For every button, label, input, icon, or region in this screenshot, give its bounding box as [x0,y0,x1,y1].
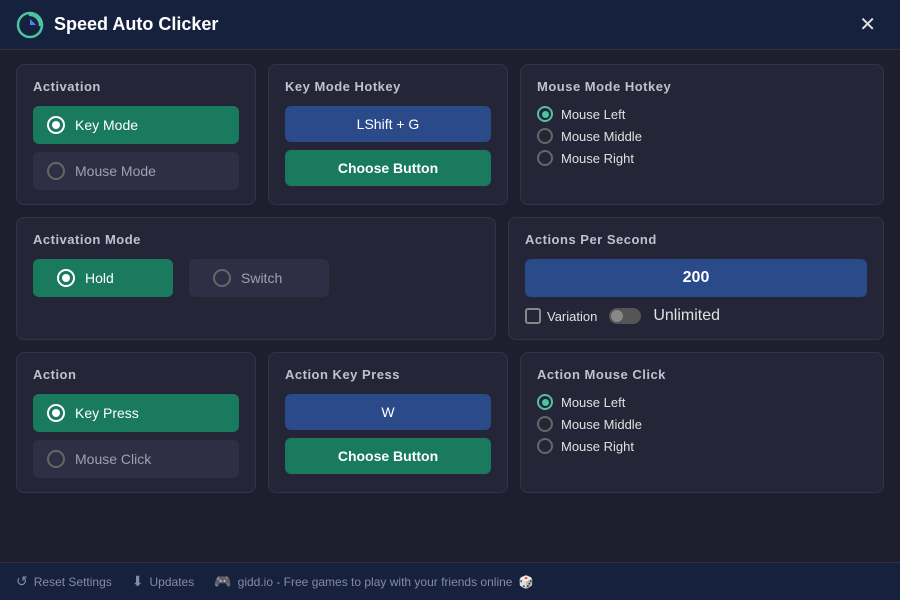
top-row: Activation Key Mode Mouse Mode Key Mode … [16,64,884,205]
action-key-press-title: Action Key Press [285,367,491,382]
mouse-mode-radio-circle [47,162,65,180]
mouse-left-hotkey-circle [537,106,553,122]
aps-options: Variation Unlimited [525,307,867,325]
aps-title: Actions Per Second [525,232,867,247]
action-key-choose-button[interactable]: Choose Button [285,438,491,474]
close-button[interactable]: ✕ [851,10,884,39]
variation-label: Variation [547,309,597,324]
action-radio-group: Key Press Mouse Click [33,394,239,478]
gidd-item[interactable]: 🎮 gidd.io - Free games to play with your… [214,573,533,590]
action-title: Action [33,367,239,382]
key-hotkey-title: Key Mode Hotkey [285,79,491,94]
action-mouse-right-item[interactable]: Mouse Right [537,438,867,454]
unlimited-toggle[interactable] [609,308,641,324]
gidd-icon: 🎮 [214,573,231,590]
reset-icon: ↺ [16,573,28,590]
title-bar-left: Speed Auto Clicker [16,11,218,39]
hotkey-display-button[interactable]: LShift + G [285,106,491,142]
action-key-press-section: Action Key Press W Choose Button [268,352,508,493]
action-key-display-button[interactable]: W [285,394,491,430]
mouse-mode-label: Mouse Mode [75,163,156,179]
key-mode-radio-circle [47,116,65,134]
action-mouse-click-section: Action Mouse Click Mouse Left Mouse Midd… [520,352,884,493]
hold-radio-circle [57,269,75,287]
activation-title: Activation [33,79,239,94]
mouse-right-hotkey-item[interactable]: Mouse Right [537,150,867,166]
action-mouse-middle-item[interactable]: Mouse Middle [537,416,867,432]
mouse-click-button[interactable]: Mouse Click [33,440,239,478]
mouse-hotkey-title: Mouse Mode Hotkey [537,79,867,94]
variation-checkbox[interactable] [525,308,541,324]
action-mouse-right-circle [537,438,553,454]
activation-radio-group: Key Mode Mouse Mode [33,106,239,190]
switch-radio-circle [213,269,231,287]
reset-settings-item[interactable]: ↺ Reset Settings [16,573,112,590]
unlimited-label: Unlimited [653,307,720,325]
action-mouse-middle-label: Mouse Middle [561,417,642,432]
activation-mode-section: Activation Mode Hold Switch [16,217,496,340]
mouse-middle-hotkey-item[interactable]: Mouse Middle [537,128,867,144]
app-title: Speed Auto Clicker [54,14,218,35]
action-mouse-left-circle [537,394,553,410]
mouse-middle-hotkey-circle [537,128,553,144]
footer: ↺ Reset Settings ⬇ Updates 🎮 gidd.io - F… [0,562,900,600]
mouse-left-hotkey-label: Mouse Left [561,107,625,122]
updates-item[interactable]: ⬇ Updates [132,573,194,590]
action-mouse-left-item[interactable]: Mouse Left [537,394,867,410]
key-press-radio-circle [47,404,65,422]
aps-section: Actions Per Second Variation Unlimited [508,217,884,340]
action-mouse-click-radio-group: Mouse Left Mouse Middle Mouse Right [537,394,867,454]
action-mouse-middle-circle [537,416,553,432]
key-mode-label: Key Mode [75,117,138,133]
mouse-mode-button[interactable]: Mouse Mode [33,152,239,190]
action-mouse-right-label: Mouse Right [561,439,634,454]
switch-button[interactable]: Switch [189,259,329,297]
activation-section: Activation Key Mode Mouse Mode [16,64,256,205]
mouse-hotkey-section: Mouse Mode Hotkey Mouse Left Mouse Middl… [520,64,884,205]
updates-icon: ⬇ [132,573,144,590]
activation-mode-title: Activation Mode [33,232,479,247]
variation-checkbox-item[interactable]: Variation [525,308,597,324]
mouse-right-hotkey-circle [537,150,553,166]
gidd-game-icon: 🎲 [518,575,533,589]
action-section: Action Key Press Mouse Click [16,352,256,493]
action-mouse-click-title: Action Mouse Click [537,367,867,382]
mouse-left-hotkey-item[interactable]: Mouse Left [537,106,867,122]
middle-row: Activation Mode Hold Switch Actions Per … [16,217,884,340]
activation-mode-row: Hold Switch [33,259,479,297]
mouse-middle-hotkey-label: Mouse Middle [561,129,642,144]
app-icon [16,11,44,39]
mouse-hotkey-radio-group: Mouse Left Mouse Middle Mouse Right [537,106,867,166]
main-content: Activation Key Mode Mouse Mode Key Mode … [0,50,900,562]
hold-button[interactable]: Hold [33,259,173,297]
mouse-click-radio-circle [47,450,65,468]
app-window: Speed Auto Clicker ✕ Activation Key Mode… [0,0,900,600]
key-hotkey-section: Key Mode Hotkey LShift + G Choose Button [268,64,508,205]
mouse-click-label: Mouse Click [75,451,151,467]
reset-settings-label: Reset Settings [34,575,112,589]
hold-label: Hold [85,270,114,286]
bottom-row: Action Key Press Mouse Click Action Key … [16,352,884,493]
gidd-label: gidd.io - Free games to play with your f… [238,575,513,589]
aps-input[interactable] [525,259,867,297]
key-press-button[interactable]: Key Press [33,394,239,432]
title-bar: Speed Auto Clicker ✕ [0,0,900,50]
action-mouse-left-label: Mouse Left [561,395,625,410]
updates-label: Updates [150,575,195,589]
switch-label: Switch [241,270,282,286]
key-mode-button[interactable]: Key Mode [33,106,239,144]
key-hotkey-choose-button[interactable]: Choose Button [285,150,491,186]
key-press-label: Key Press [75,405,139,421]
mouse-right-hotkey-label: Mouse Right [561,151,634,166]
